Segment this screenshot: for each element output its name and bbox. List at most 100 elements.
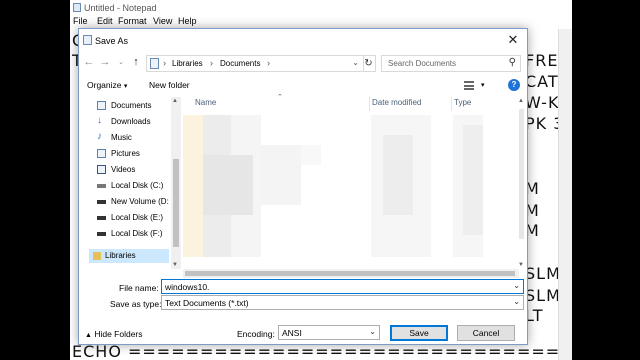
help-icon[interactable]: ? [508, 79, 520, 91]
close-icon[interactable]: ✕ [505, 32, 521, 48]
hide-folders-button[interactable]: ▲ Hide Folders [85, 329, 143, 339]
nav-item-local-disk-f[interactable]: Local Disk (F:) [89, 227, 179, 241]
chevron-up-icon: ▲ [85, 332, 92, 339]
column-header-name[interactable]: Name [195, 98, 216, 107]
nav-item-local-disk-c[interactable]: Local Disk (C:) [89, 179, 179, 193]
nav-item-label: Libraries [105, 251, 136, 260]
menu-format[interactable]: Format [118, 16, 147, 26]
nav-item-label: New Volume (D: [111, 197, 169, 206]
sort-up-icon: ⌃ [277, 94, 283, 101]
column-header-type[interactable]: Type [454, 98, 471, 107]
organize-button[interactable]: Organize ▾ [87, 80, 127, 90]
drive-icon [97, 216, 106, 220]
refresh-icon[interactable]: ↻ [362, 55, 376, 72]
column-divider[interactable] [451, 97, 452, 111]
address-bar[interactable]: › Libraries › Documents › ⌄ [146, 55, 364, 72]
scroll-up-icon[interactable]: ▲ [518, 98, 524, 104]
documents-icon [97, 101, 106, 110]
scroll-down-icon[interactable]: ▼ [172, 262, 178, 268]
music-icon: ♪ [97, 131, 102, 142]
nav-item-new-volume-d[interactable]: New Volume (D: [89, 195, 179, 209]
view-options-icon[interactable] [464, 81, 474, 90]
chevron-down-icon[interactable]: ⌄ [352, 58, 359, 67]
navigation-pane: Documents ↓ Downloads ♪ Music Pictures Videos L… [79, 97, 181, 269]
save-button[interactable]: Save [390, 325, 448, 341]
save-as-dialog: Save As ✕ ← → ⌄ ↑ › Libraries › Document… [78, 28, 528, 345]
nav-item-label: Local Disk (E:) [111, 213, 164, 222]
nav-item-documents[interactable]: Documents [89, 99, 179, 113]
chevron-down-icon: ⌄ [513, 297, 520, 306]
forward-arrow-icon[interactable]: → [99, 56, 111, 68]
breadcrumb-libraries[interactable]: Libraries [172, 59, 203, 68]
navigation-scrollbar[interactable]: ▲ ▼ [171, 97, 181, 269]
nav-item-label: Videos [111, 165, 136, 174]
column-header-date[interactable]: Date modified [372, 98, 421, 107]
nav-item-pictures[interactable]: Pictures [89, 147, 179, 161]
nav-item-videos[interactable]: Videos [89, 163, 179, 177]
nav-item-label: Local Disk (F:) [111, 229, 163, 238]
nav-item-downloads[interactable]: ↓ Downloads [89, 115, 179, 129]
file-name-value: windows10. [165, 282, 210, 292]
column-divider[interactable] [369, 97, 370, 111]
nav-item-libraries[interactable]: Libraries [89, 249, 169, 263]
chevron-down-icon[interactable]: ▾ [481, 81, 485, 89]
hide-folders-label: Hide Folders [94, 329, 143, 339]
notepad-app-icon [73, 3, 81, 12]
organize-label: Organize [87, 80, 122, 90]
menu-edit[interactable]: Edit [97, 16, 113, 26]
drive-icon [97, 184, 106, 188]
drive-icon [97, 200, 106, 204]
menu-view[interactable]: View [153, 16, 172, 26]
drive-icon [97, 232, 106, 236]
recent-locations-icon[interactable]: ⌄ [115, 58, 127, 66]
scroll-down-icon[interactable]: ▼ [518, 262, 524, 268]
horizontal-scrollbar[interactable] [183, 269, 519, 278]
search-icon: ⚲ [508, 57, 516, 68]
chevron-right-icon: › [210, 58, 213, 68]
chevron-down-icon[interactable]: ⌄ [513, 281, 520, 290]
command-toolbar: Organize ▾ New folder ▾ ? [79, 75, 527, 97]
notepad-scrollbar[interactable] [558, 29, 572, 360]
scrollbar-thumb[interactable] [185, 271, 515, 276]
up-arrow-icon[interactable]: ↑ [130, 56, 142, 68]
search-box[interactable]: Search Documents ⚲ [381, 55, 521, 72]
encoding-value: ANSI [282, 328, 302, 338]
menu-help[interactable]: Help [178, 16, 197, 26]
file-list-scrollbar[interactable]: ▲ ▼ [517, 97, 526, 269]
notepad-icon [83, 35, 92, 45]
libraries-icon [150, 58, 159, 69]
nav-item-label: Downloads [111, 117, 151, 126]
notepad-menubar: File Edit Format View Help [70, 15, 572, 29]
chevron-down-icon: ▾ [123, 83, 128, 90]
notepad-text-line: FRE [525, 51, 559, 70]
search-placeholder: Search Documents [388, 59, 457, 68]
dialog-title: Save As [95, 36, 129, 46]
file-name-input[interactable]: windows10. ⌄ [161, 279, 524, 294]
blurred-file-rows [183, 115, 483, 257]
downloads-icon: ↓ [97, 115, 102, 126]
notepad-titlebar: Untitled - Notepad [70, 0, 572, 15]
save-as-type-select[interactable]: Text Documents (*.txt) ⌄ [161, 295, 524, 310]
file-name-label: File name: [119, 283, 159, 293]
encoding-select[interactable]: ANSI ⌄ [278, 325, 380, 340]
videos-icon [97, 165, 106, 174]
file-list[interactable]: Name ⌃ Date modified Type [183, 94, 519, 269]
nav-item-label: Music [111, 133, 132, 142]
scroll-up-icon[interactable]: ▲ [172, 98, 178, 104]
scrollbar-thumb[interactable] [519, 109, 524, 239]
nav-item-label: Local Disk (C:) [111, 181, 164, 190]
save-as-type-value: Text Documents (*.txt) [165, 298, 249, 308]
navigation-bar: ← → ⌄ ↑ › Libraries › Documents › ⌄ ↻ Se… [79, 52, 527, 74]
new-folder-button[interactable]: New folder [149, 80, 190, 90]
scrollbar-thumb[interactable] [173, 159, 179, 247]
notepad-title: Untitled - Notepad [84, 3, 157, 13]
encoding-label: Encoding: [237, 329, 275, 339]
breadcrumb-documents[interactable]: Documents [220, 59, 260, 68]
save-as-type-label: Save as type: [110, 299, 162, 309]
nav-item-local-disk-e[interactable]: Local Disk (E:) [89, 211, 179, 225]
cancel-button[interactable]: Cancel [457, 325, 515, 341]
back-arrow-icon[interactable]: ← [83, 56, 95, 68]
menu-file[interactable]: File [73, 16, 88, 26]
nav-item-music[interactable]: ♪ Music [89, 131, 179, 145]
chevron-down-icon: ⌄ [369, 327, 376, 336]
